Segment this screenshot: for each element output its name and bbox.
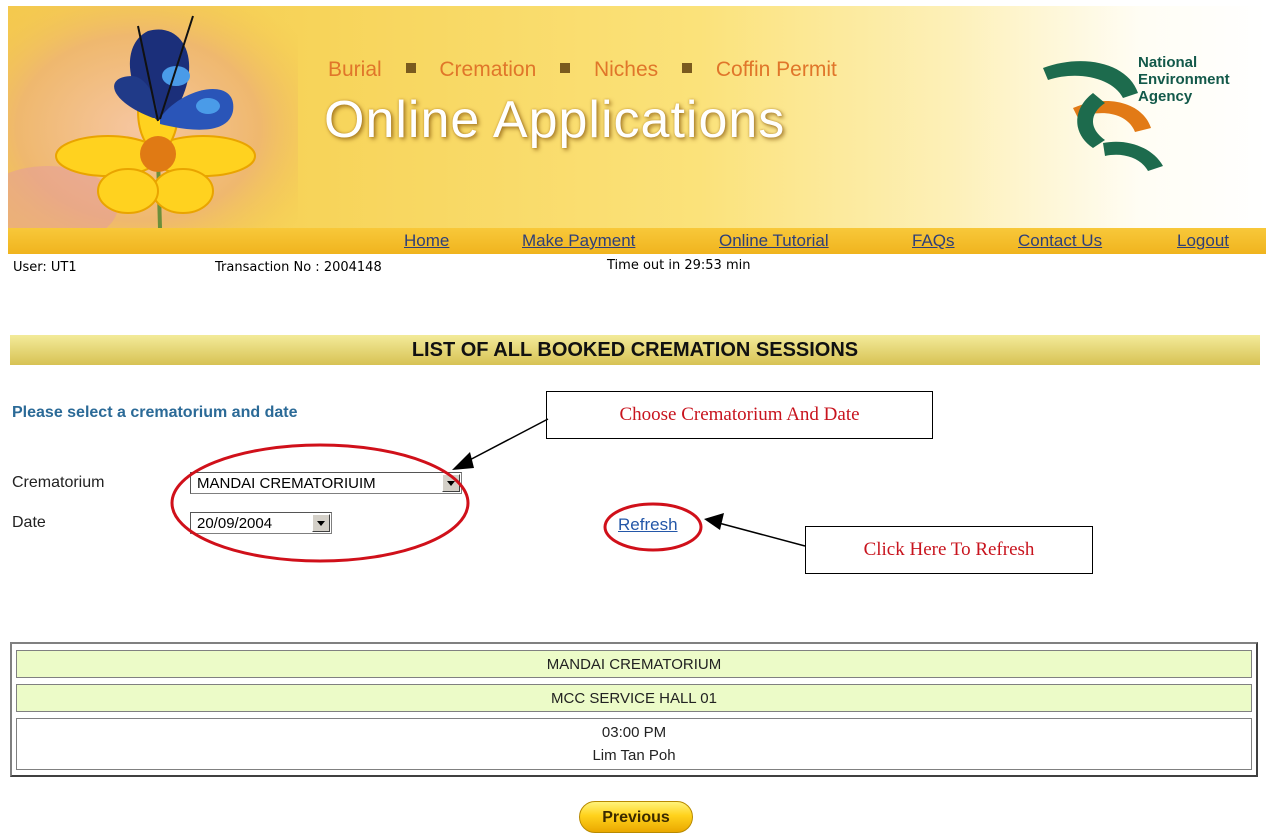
- service-cremation: Cremation: [439, 58, 537, 81]
- date-select[interactable]: 20/09/2004: [190, 512, 332, 534]
- square-bullet-icon: [560, 63, 571, 74]
- user-id: User: UT1: [13, 260, 77, 275]
- header-banner: Burial Cremation Niches Coffin Permit On…: [8, 6, 1266, 228]
- arrowhead-form-icon: [452, 452, 474, 470]
- nav-logout[interactable]: Logout: [1177, 231, 1229, 251]
- refresh-link[interactable]: Refresh: [618, 515, 678, 535]
- page-title: LIST OF ALL BOOKED CREMATION SESSIONS: [10, 335, 1260, 365]
- arrow-to-form: [461, 418, 549, 465]
- crematorium-row: MANDAI CREMATORIUM: [16, 650, 1252, 678]
- previous-button[interactable]: Previous: [579, 801, 693, 833]
- nav-faqs[interactable]: FAQs: [912, 231, 955, 251]
- agency-line-1: National: [1138, 54, 1198, 71]
- agency-line-2: Environment: [1138, 71, 1230, 88]
- crematorium-label: Crematorium: [12, 474, 105, 491]
- callout-click-refresh: Click Here To Refresh: [805, 526, 1093, 574]
- square-bullet-icon: [682, 63, 692, 74]
- main-nav: Home Make Payment Online Tutorial FAQs C…: [8, 228, 1266, 254]
- result-crematorium: MANDAI CREMATORIUM: [546, 656, 722, 673]
- nav-home[interactable]: Home: [404, 231, 449, 251]
- square-bullet-icon: [405, 63, 416, 74]
- nav-online-tutorial[interactable]: Online Tutorial: [719, 231, 829, 251]
- transaction-number: Transaction No : 2004148: [215, 260, 382, 275]
- deceased-name: Lim Tan Poh: [592, 747, 676, 764]
- banner-title: Online Applications: [324, 91, 786, 149]
- service-niches: Niches: [593, 58, 659, 81]
- session-timeout: Time out in 29:53 min: [607, 258, 751, 273]
- nav-contact-us[interactable]: Contact Us: [1018, 231, 1102, 251]
- service-burial: Burial: [328, 58, 382, 81]
- session-time: 03:00 PM: [601, 724, 667, 741]
- annotation-ellipse-form: [170, 443, 470, 563]
- date-selected-value: 20/09/2004: [197, 515, 273, 532]
- agency-name: National Environment Agency: [1138, 54, 1230, 105]
- service-list: Burial Cremation Niches Coffin Permit: [328, 58, 837, 82]
- service-hall-row: MCC SERVICE HALL 01: [16, 684, 1252, 712]
- crematorium-select[interactable]: MANDAI CREMATORIUIM: [190, 472, 462, 494]
- callout-choose-crematorium: Choose Crematorium And Date: [546, 391, 933, 439]
- session-row: 03:00 PM Lim Tan Poh: [16, 718, 1252, 770]
- arrowhead-refresh-icon: [704, 513, 724, 530]
- agency-line-3: Agency: [1138, 88, 1193, 105]
- butterfly-flower-image: [8, 6, 298, 228]
- chevron-down-icon[interactable]: [312, 514, 330, 532]
- select-prompt: Please select a crematorium and date: [12, 404, 298, 421]
- chevron-down-icon[interactable]: [442, 474, 460, 492]
- nav-make-payment[interactable]: Make Payment: [522, 231, 635, 251]
- crematorium-selected-value: MANDAI CREMATORIUIM: [197, 475, 376, 492]
- arrow-to-refresh: [714, 521, 806, 547]
- booked-sessions-table: MANDAI CREMATORIUM MCC SERVICE HALL 01 0…: [10, 642, 1258, 777]
- result-hall: MCC SERVICE HALL 01: [551, 690, 717, 707]
- service-coffin-permit: Coffin Permit: [715, 58, 837, 81]
- date-label: Date: [12, 514, 46, 531]
